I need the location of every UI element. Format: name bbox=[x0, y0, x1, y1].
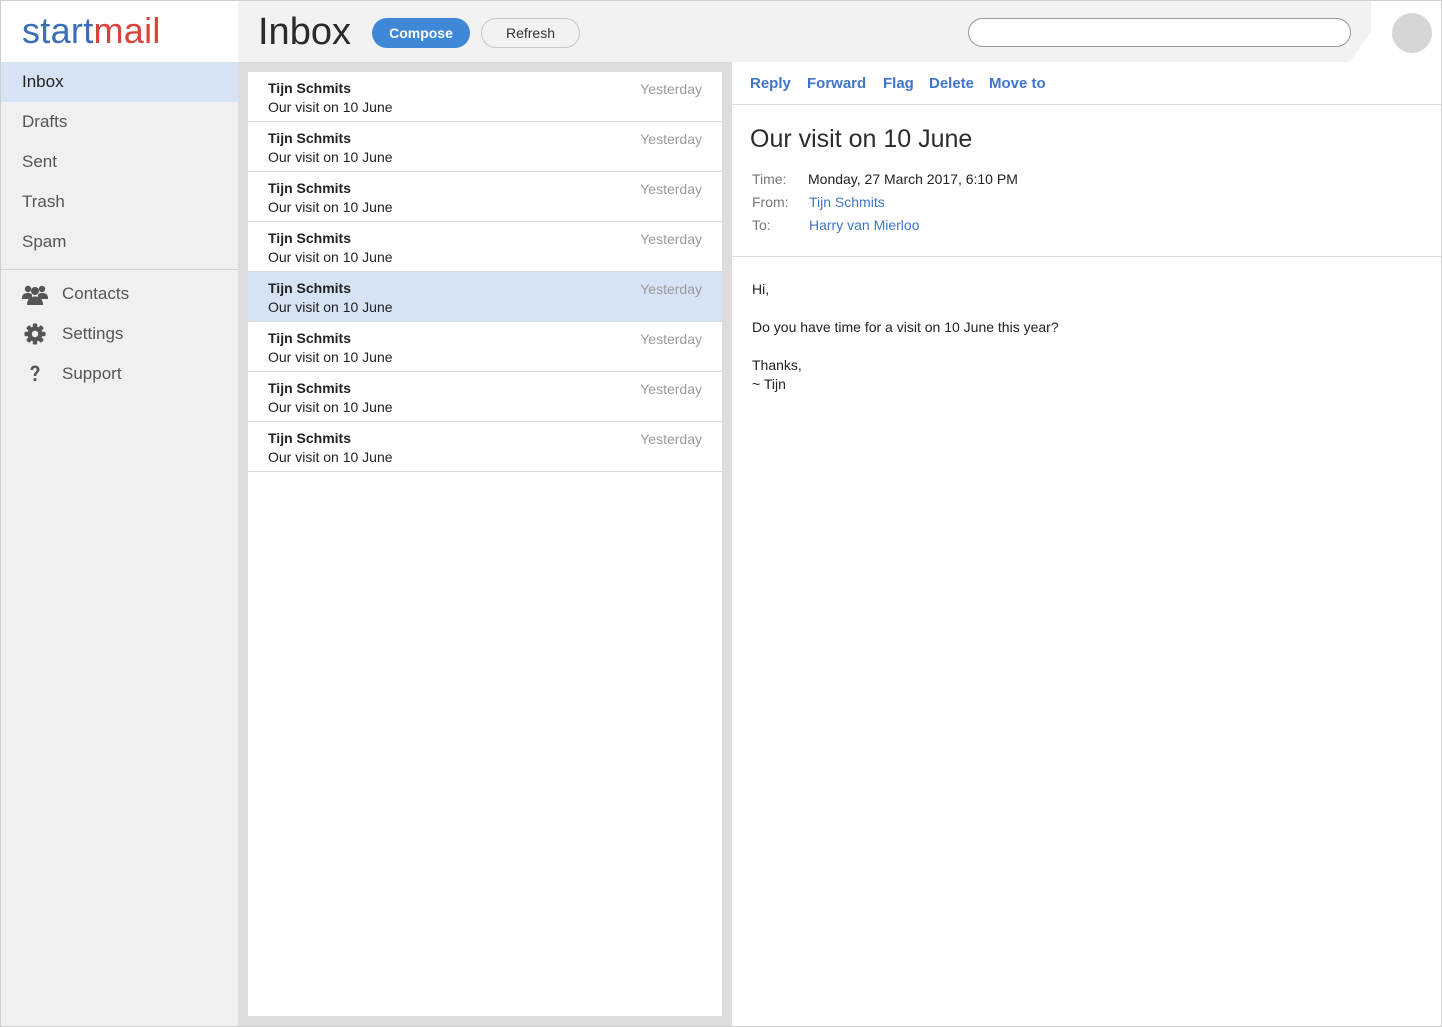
message-row[interactable]: Tijn Schmits Our visit on 10 June Yester… bbox=[248, 72, 722, 122]
message-header-divider bbox=[732, 256, 1441, 257]
message-date: Yesterday bbox=[640, 281, 702, 297]
message-row[interactable]: Tijn Schmits Our visit on 10 June Yester… bbox=[248, 172, 722, 222]
message-subject: Our visit on 10 June bbox=[268, 449, 393, 465]
message-row[interactable]: Tijn Schmits Our visit on 10 June Yester… bbox=[248, 322, 722, 372]
message-sender: Tijn Schmits bbox=[268, 230, 351, 246]
message-sender: Tijn Schmits bbox=[268, 280, 351, 296]
message-row[interactable]: Tijn Schmits Our visit on 10 June Yester… bbox=[248, 122, 722, 172]
message-date: Yesterday bbox=[640, 431, 702, 447]
sidebar-item-label: Sent bbox=[22, 152, 57, 171]
refresh-button[interactable]: Refresh bbox=[481, 18, 580, 48]
sidebar-item-contacts[interactable]: Contacts bbox=[1, 274, 238, 314]
message-subject: Our visit on 10 June bbox=[268, 149, 393, 165]
message-subject: Our visit on 10 June bbox=[268, 349, 393, 365]
time-value: Monday, 27 March 2017, 6:10 PM bbox=[808, 171, 1018, 187]
message-sender: Tijn Schmits bbox=[268, 180, 351, 196]
message-sender: Tijn Schmits bbox=[268, 430, 351, 446]
app-window: startmail Inbox Compose Refresh Inbox Dr… bbox=[0, 0, 1442, 1027]
avatar[interactable] bbox=[1392, 13, 1432, 53]
message-row[interactable]: Tijn Schmits Our visit on 10 June Yester… bbox=[248, 422, 722, 472]
flag-button[interactable]: Flag bbox=[883, 75, 914, 92]
message-row[interactable]: Tijn Schmits Our visit on 10 June Yester… bbox=[248, 372, 722, 422]
to-link[interactable]: Harry van Mierloo bbox=[809, 217, 919, 233]
sidebar-item-support[interactable]: Support bbox=[1, 354, 238, 394]
logo-text-start: start bbox=[22, 10, 94, 51]
logo-slant-decoration bbox=[197, 1, 239, 62]
sidebar-item-drafts[interactable]: Drafts bbox=[1, 102, 238, 142]
sidebar-item-label: Drafts bbox=[22, 112, 68, 131]
message-date: Yesterday bbox=[640, 381, 702, 397]
message-row-selected[interactable]: Tijn Schmits Our visit on 10 June Yester… bbox=[248, 272, 722, 322]
time-label: Time: bbox=[752, 171, 787, 187]
sidebar-item-label: Support bbox=[62, 364, 122, 383]
message-subject: Our visit on 10 June bbox=[268, 99, 393, 115]
reply-button[interactable]: Reply bbox=[750, 75, 791, 92]
sidebar-item-settings[interactable]: Settings bbox=[1, 314, 238, 354]
top-bar: startmail Inbox Compose Refresh bbox=[1, 1, 1441, 63]
message-date: Yesterday bbox=[640, 81, 702, 97]
page-title: Inbox bbox=[258, 11, 351, 53]
sidebar-item-spam[interactable]: Spam bbox=[1, 222, 238, 262]
sidebar-item-label: Settings bbox=[62, 324, 124, 343]
sidebar-item-sent[interactable]: Sent bbox=[1, 142, 238, 182]
logo-text-mail: mail bbox=[93, 10, 161, 51]
body-signature: ~ Tijn bbox=[752, 376, 786, 392]
search-input[interactable] bbox=[968, 18, 1351, 47]
body-closing: Thanks, bbox=[752, 357, 802, 373]
startmail-logo[interactable]: startmail bbox=[22, 11, 161, 51]
message-subject-heading: Our visit on 10 June bbox=[750, 125, 973, 153]
message-subject: Our visit on 10 June bbox=[268, 249, 393, 265]
message-toolbar: Reply Forward Flag Delete Move to bbox=[732, 62, 1441, 105]
message-subject: Our visit on 10 June bbox=[268, 299, 393, 315]
message-date: Yesterday bbox=[640, 231, 702, 247]
message-sender: Tijn Schmits bbox=[268, 380, 351, 396]
sidebar: Inbox Drafts Sent Trash Spam Contacts Se… bbox=[1, 62, 238, 1026]
compose-button[interactable]: Compose bbox=[372, 18, 470, 48]
sidebar-item-label: Trash bbox=[22, 192, 65, 211]
gear-icon bbox=[22, 323, 48, 345]
message-date: Yesterday bbox=[640, 331, 702, 347]
reading-pane: Reply Forward Flag Delete Move to Our vi… bbox=[732, 62, 1441, 1026]
message-subject: Our visit on 10 June bbox=[268, 199, 393, 215]
to-label: To: bbox=[752, 217, 771, 233]
message-date: Yesterday bbox=[640, 131, 702, 147]
move-to-button[interactable]: Move to bbox=[989, 75, 1046, 92]
body-greeting: Hi, bbox=[752, 281, 770, 297]
sidebar-item-inbox[interactable]: Inbox bbox=[1, 62, 238, 102]
message-subject: Our visit on 10 June bbox=[268, 399, 393, 415]
question-icon bbox=[22, 363, 48, 385]
from-label: From: bbox=[752, 194, 789, 210]
sidebar-item-label: Contacts bbox=[62, 284, 130, 303]
sidebar-item-label: Inbox bbox=[22, 72, 64, 91]
forward-button[interactable]: Forward bbox=[807, 75, 866, 92]
from-link[interactable]: Tijn Schmits bbox=[809, 194, 885, 210]
delete-button[interactable]: Delete bbox=[929, 75, 974, 92]
message-list: Tijn Schmits Our visit on 10 June Yester… bbox=[248, 72, 722, 1016]
message-date: Yesterday bbox=[640, 181, 702, 197]
message-sender: Tijn Schmits bbox=[268, 80, 351, 96]
sidebar-item-trash[interactable]: Trash bbox=[1, 182, 238, 222]
message-sender: Tijn Schmits bbox=[268, 130, 351, 146]
message-sender: Tijn Schmits bbox=[268, 330, 351, 346]
body-line: Do you have time for a visit on 10 June … bbox=[752, 319, 1059, 335]
sidebar-divider bbox=[1, 269, 238, 270]
contacts-icon bbox=[22, 283, 48, 305]
sidebar-item-label: Spam bbox=[22, 232, 67, 251]
message-row[interactable]: Tijn Schmits Our visit on 10 June Yester… bbox=[248, 222, 722, 272]
